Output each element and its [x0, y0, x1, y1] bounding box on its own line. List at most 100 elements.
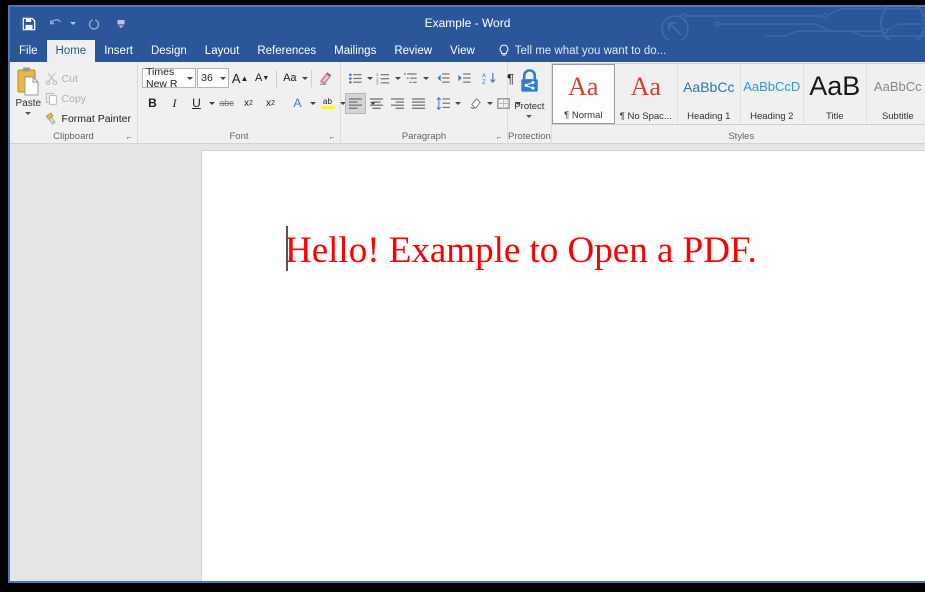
format-painter-label: Format Painter	[61, 112, 131, 125]
superscript-icon[interactable]: x2	[260, 93, 281, 114]
align-left-icon[interactable]	[345, 92, 366, 114]
styles-group-label: Styles	[728, 131, 755, 142]
document-workspace: Hello! Example to Open a PDF.	[10, 144, 925, 581]
increase-indent-icon[interactable]	[454, 68, 475, 89]
clipboard-dialog-launcher[interactable]: ⌐	[125, 134, 133, 142]
tab-layout[interactable]: Layout	[196, 40, 249, 62]
strikethrough-icon[interactable]: abc	[216, 93, 237, 114]
tab-insert[interactable]: Insert	[95, 40, 142, 62]
ribbon-group-font: Times New R 36 A ▲ A ▼ Aa B I U abc x 2 …	[138, 62, 376, 144]
line-spacing-dropdown-icon[interactable]	[455, 101, 461, 105]
bold-icon[interactable]: B	[142, 93, 163, 114]
style-name: Subtitle	[881, 111, 914, 122]
tab-review[interactable]: Review	[385, 40, 441, 62]
ribbon-group-styles: Aa ¶ Normal Aa ¶ No Spac... AaBbCc Headi…	[551, 62, 925, 144]
style-item-heading-2[interactable]: AaBbCcD Heading 2	[741, 64, 804, 124]
svg-text:Z: Z	[482, 79, 486, 86]
window-title: Example - Word	[424, 16, 511, 30]
font-group-label: Font ⌐	[229, 131, 336, 142]
tab-design[interactable]: Design	[142, 40, 196, 62]
tab-mailings[interactable]: Mailings	[325, 40, 385, 62]
tab-file[interactable]: File	[10, 40, 47, 62]
style-item-no-spacing[interactable]: Aa ¶ No Spac...	[615, 64, 678, 124]
paragraph-group-label: Paragraph ⌐	[401, 131, 503, 142]
protect-dropdown-icon[interactable]	[526, 115, 533, 118]
document-page[interactable]: Hello! Example to Open a PDF.	[201, 150, 925, 581]
protection-group-label: Protection	[508, 131, 551, 142]
title-bar: Example - Word	[10, 7, 925, 40]
ribbon-group-paragraph: 1 2 3 A Z ¶ Paragraph ⌐	[341, 62, 521, 144]
tell-me-box[interactable]: Tell me what you want to do...	[484, 40, 666, 62]
style-item-title[interactable]: AaB Title	[804, 64, 867, 124]
decrease-indent-icon[interactable]	[433, 68, 454, 89]
font-dialog-launcher[interactable]: ⌐	[328, 134, 336, 142]
style-name: Heading 2	[750, 111, 794, 122]
change-case-dropdown-icon[interactable]	[302, 76, 309, 80]
italic-icon[interactable]: I	[164, 93, 185, 114]
style-preview: Aa	[568, 71, 599, 101]
shading-icon[interactable]	[465, 93, 486, 114]
style-preview: AaB	[809, 71, 861, 101]
style-preview: AaBbCc	[873, 79, 922, 94]
numbering-icon[interactable]: 1 2 3	[373, 68, 394, 89]
font-size-value: 36	[201, 72, 213, 84]
ribbon-tabs: File Home Insert Design Layout Reference…	[10, 40, 925, 62]
paintbrush-icon	[45, 112, 56, 125]
align-right-icon[interactable]	[387, 93, 408, 114]
style-item-heading-1[interactable]: AaBbCc Heading 1	[678, 64, 741, 124]
decrease-font-size-icon[interactable]: A ▼	[252, 68, 273, 89]
subscript-icon[interactable]: x2	[238, 93, 259, 114]
word-window: Example - Word File Home Insert Design L…	[8, 5, 925, 583]
copy-button[interactable]: Copy	[43, 89, 133, 108]
style-item-subtitle[interactable]: AaBbCc Subtitle	[867, 64, 925, 124]
tab-view[interactable]: View	[441, 40, 484, 62]
align-center-icon[interactable]	[366, 93, 387, 114]
lock-share-icon	[516, 67, 543, 100]
cut-button[interactable]: Cut	[43, 69, 133, 88]
style-name: Title	[825, 111, 844, 122]
clipboard-icon	[14, 67, 42, 97]
ribbon: Paste Cut Copy Format Painter Clipboard …	[10, 62, 925, 144]
clear-formatting-icon[interactable]	[315, 68, 336, 89]
tab-home[interactable]: Home	[46, 40, 96, 62]
multilevel-list-dropdown-icon[interactable]	[423, 76, 429, 80]
text-effects-icon[interactable]: A	[287, 93, 308, 114]
cut-label: Cut	[61, 72, 78, 85]
style-name: Heading 1	[687, 111, 731, 122]
increase-font-size-icon[interactable]: A ▲	[230, 68, 251, 89]
chevron-down-icon[interactable]	[187, 76, 194, 80]
underline-dropdown-icon[interactable]	[209, 101, 215, 105]
sort-icon[interactable]: A Z	[479, 68, 500, 89]
text-effects-dropdown-icon[interactable]	[310, 101, 316, 105]
justify-icon[interactable]	[408, 93, 429, 114]
copy-icon	[45, 92, 57, 105]
style-item-normal[interactable]: Aa ¶ Normal	[551, 64, 615, 124]
style-name: ¶ No Spac...	[619, 111, 672, 122]
multilevel-list-icon[interactable]	[401, 68, 422, 89]
text-highlight-color-icon[interactable]: ab	[317, 93, 338, 114]
ribbon-group-clipboard: Paste Cut Copy Format Painter Clipboard …	[10, 62, 138, 144]
paragraph-dialog-launcher[interactable]: ⌐	[495, 134, 503, 142]
paste-dropdown-icon[interactable]	[25, 112, 32, 115]
chevron-down-icon[interactable]	[219, 76, 226, 80]
ribbon-group-protection: Protect Protection	[508, 62, 552, 144]
line-spacing-icon[interactable]	[433, 93, 454, 114]
font-size-combo[interactable]: 36	[197, 68, 229, 88]
change-case-icon[interactable]: Aa	[279, 68, 300, 89]
clipboard-group-label: Clipboard ⌐	[53, 131, 133, 142]
style-preview: Aa	[630, 71, 661, 101]
document-text[interactable]: Hello! Example to Open a PDF.	[285, 229, 757, 272]
lightbulb-icon	[499, 44, 509, 56]
paste-label: Paste	[15, 98, 42, 109]
style-preview: AaBbCcD	[743, 79, 801, 94]
tab-references[interactable]: References	[248, 40, 325, 62]
format-painter-button[interactable]: Format Painter	[43, 109, 133, 128]
protect-button[interactable]: Protect	[512, 65, 547, 129]
svg-text:3: 3	[376, 80, 379, 85]
bullets-icon[interactable]	[345, 68, 366, 89]
font-name-combo[interactable]: Times New R	[142, 66, 197, 90]
underline-icon[interactable]: U	[186, 93, 207, 114]
copy-label: Copy	[61, 92, 87, 105]
font-name-value: Times New R	[146, 66, 178, 90]
paste-button[interactable]: Paste	[14, 65, 43, 129]
